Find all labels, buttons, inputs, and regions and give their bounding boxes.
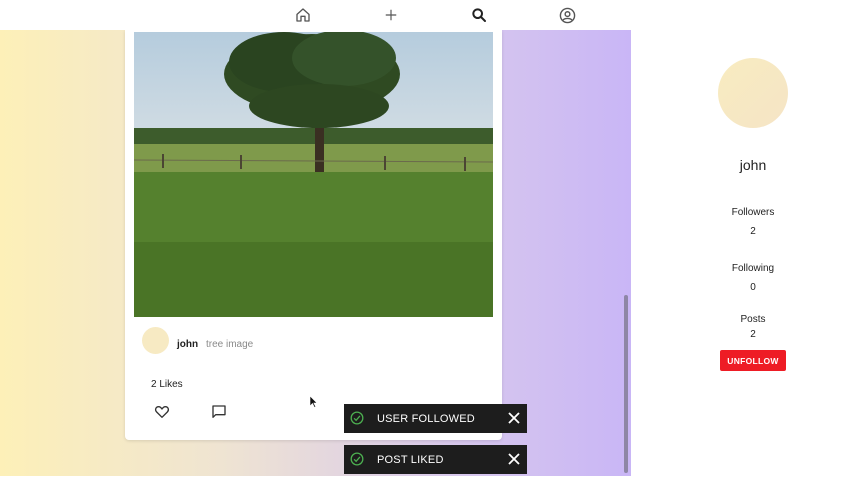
likes-count: 2 Likes	[151, 379, 183, 390]
following-label: Following	[731, 263, 775, 274]
check-circle-icon	[350, 452, 364, 469]
post-image[interactable]	[134, 32, 493, 317]
unfollow-button[interactable]: UNFOLLOW	[720, 350, 786, 371]
top-nav-bar	[0, 0, 631, 30]
mouse-cursor-icon	[309, 395, 318, 413]
toast-message: USER FOLLOWED	[377, 413, 475, 425]
heart-icon[interactable]	[154, 404, 170, 420]
post-author-name[interactable]: john	[177, 339, 198, 350]
toast-message: POST LIKED	[377, 454, 444, 466]
profile-name: john	[739, 157, 767, 173]
post-caption: tree image	[206, 339, 254, 350]
check-circle-icon	[350, 411, 364, 428]
close-icon[interactable]	[508, 453, 520, 468]
posts-count: 2	[750, 329, 756, 340]
followers-count: 2	[750, 226, 756, 237]
toast-user-followed: USER FOLLOWED	[344, 404, 527, 433]
toast-post-liked: POST LIKED	[344, 445, 527, 474]
following-count: 0	[750, 282, 756, 293]
followers-label: Followers	[731, 207, 775, 218]
home-icon[interactable]	[292, 4, 314, 26]
posts-label: Posts	[740, 314, 766, 325]
tree-field-image	[134, 32, 493, 317]
comment-icon[interactable]	[211, 404, 227, 420]
account-icon[interactable]	[556, 4, 578, 26]
plus-icon[interactable]	[380, 4, 402, 26]
search-icon[interactable]	[468, 4, 490, 26]
author-avatar[interactable]	[142, 327, 169, 354]
profile-avatar	[718, 58, 788, 128]
feed-scrollbar[interactable]	[624, 295, 628, 473]
close-icon[interactable]	[508, 412, 520, 427]
post-card: john tree image 2 Likes	[125, 30, 502, 440]
